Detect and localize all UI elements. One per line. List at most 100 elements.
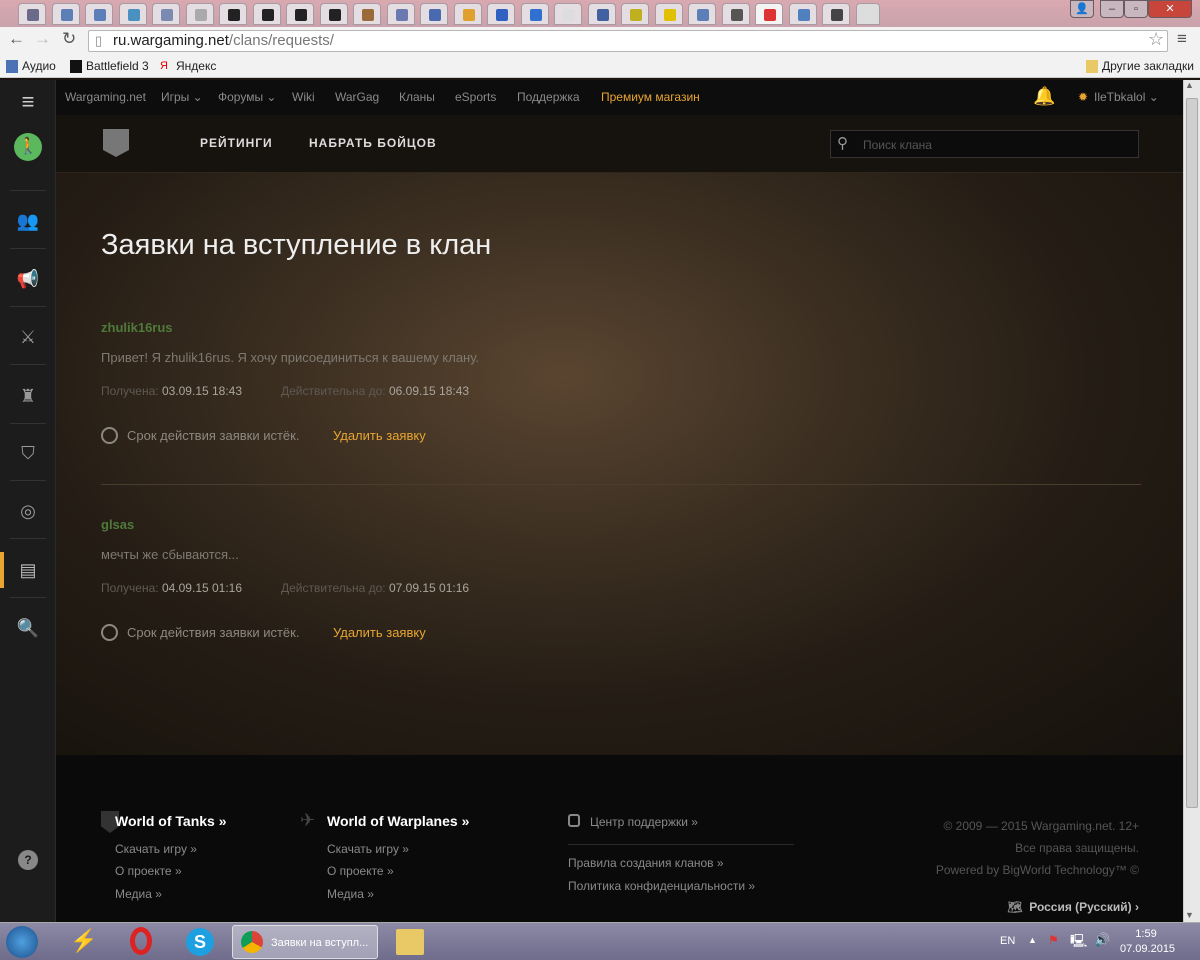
scrollbar[interactable]: ▲ ▼ <box>1183 80 1200 922</box>
nav-forums[interactable]: Форумы ⌄ <box>218 90 276 104</box>
browser-tab[interactable] <box>520 3 549 25</box>
wowp-link[interactable]: World of Warplanes » <box>327 813 469 829</box>
star-icon[interactable]: ☆ <box>1148 29 1164 50</box>
nav-premium-shop[interactable]: Премиум магазин <box>601 90 700 104</box>
nav-recruit[interactable]: НАБРАТЬ БОЙЦОВ <box>309 136 437 150</box>
winamp-icon[interactable]: ⚡ <box>70 928 97 954</box>
bookmark-battlefield[interactable]: Battlefield 3 <box>70 59 149 73</box>
tray-expand-icon[interactable]: ▲ <box>1028 935 1037 945</box>
minimize-button[interactable]: – <box>1100 0 1124 18</box>
browser-tab[interactable] <box>353 3 381 25</box>
nav-games[interactable]: Игры ⌄ <box>161 90 203 104</box>
browser-tab[interactable] <box>420 3 448 25</box>
support-center-link[interactable]: Центр поддержки » <box>590 815 698 829</box>
coins-icon[interactable]: ◎ <box>16 501 40 521</box>
reload-icon[interactable]: ↻ <box>62 29 76 49</box>
browser-tab[interactable] <box>118 3 147 25</box>
request-username[interactable]: zhulik16rus <box>101 320 173 335</box>
opera-icon[interactable] <box>130 927 152 955</box>
browser-tab[interactable] <box>621 3 649 25</box>
wowp-media-link[interactable]: Медиа » <box>327 887 374 901</box>
browser-tab[interactable] <box>185 3 214 25</box>
valid-until-date: Действительна до: 06.09.15 18:43 <box>281 384 469 398</box>
hamburger-icon[interactable]: ≡ <box>16 91 40 113</box>
browser-tab[interactable] <box>755 3 783 25</box>
delete-request-link[interactable]: Удалить заявку <box>333 625 426 640</box>
browser-tab[interactable] <box>51 3 80 25</box>
delete-request-link[interactable]: Удалить заявку <box>333 428 426 443</box>
region-selector[interactable]: 🗺 Россия (Русский) › <box>1007 900 1139 914</box>
menu-icon[interactable]: ≡ <box>1177 29 1187 49</box>
browser-tab[interactable] <box>286 3 314 25</box>
browser-tab[interactable] <box>319 3 348 25</box>
start-button[interactable] <box>6 926 38 958</box>
browser-tab[interactable] <box>554 3 582 25</box>
scroll-thumb[interactable] <box>1186 98 1198 808</box>
taskbar-chrome-window[interactable]: Заявки на вступл... <box>232 925 378 959</box>
browser-tab[interactable] <box>721 3 750 25</box>
fortress-icon[interactable]: ♜ <box>16 386 40 406</box>
user-menu[interactable]: IleTbkalol ⌄ <box>1094 90 1159 104</box>
forward-icon[interactable]: → <box>34 29 51 49</box>
volume-icon[interactable]: 🔊 <box>1094 932 1110 948</box>
wowp-download-link[interactable]: Скачать игру » <box>327 842 409 856</box>
browser-tab[interactable] <box>386 3 415 25</box>
browser-tab[interactable] <box>587 3 616 25</box>
nav-clans[interactable]: Кланы <box>399 90 435 104</box>
clan-search-input[interactable]: ⚲ Поиск клана <box>830 130 1139 158</box>
privacy-link[interactable]: Политика конфиденциальности » <box>568 879 755 893</box>
browser-tab[interactable] <box>688 3 716 25</box>
bookmark-audio[interactable]: Аудио <box>6 59 56 73</box>
wot-media-link[interactable]: Медиа » <box>115 887 162 901</box>
browser-tab[interactable] <box>822 3 850 25</box>
browser-tab[interactable] <box>252 3 281 25</box>
language-indicator[interactable]: EN <box>1000 935 1015 947</box>
browser-tab[interactable] <box>152 3 180 25</box>
nav-wiki[interactable]: Wiki <box>292 90 315 104</box>
members-icon[interactable]: 👥 <box>16 211 40 231</box>
network-icon[interactable]: 🖳 <box>1070 932 1087 954</box>
wot-link[interactable]: World of Tanks » <box>115 813 227 829</box>
wot-download-link[interactable]: Скачать игру » <box>115 842 197 856</box>
close-button[interactable]: ✕ <box>1148 0 1192 18</box>
back-icon[interactable]: ← <box>8 29 25 49</box>
bookmark-yandex[interactable]: Я Яндекс <box>160 59 216 73</box>
nav-ratings[interactable]: РЕЙТИНГИ <box>200 136 273 150</box>
browser-tab[interactable] <box>453 3 482 25</box>
wowp-about-link[interactable]: О проекте » <box>327 864 394 878</box>
browser-tab[interactable] <box>18 3 46 25</box>
megaphone-icon[interactable]: 📢 <box>16 269 40 289</box>
user-button[interactable]: 👤 <box>1070 0 1094 18</box>
search-members-icon[interactable]: 🔍 <box>16 618 40 638</box>
browser-tab[interactable] <box>487 3 515 25</box>
profile-avatar-icon[interactable]: 🚶 <box>14 133 42 161</box>
scroll-down-icon[interactable]: ▼ <box>1185 910 1194 920</box>
browser-tab[interactable] <box>654 3 683 25</box>
browser-tab[interactable] <box>85 3 113 25</box>
clans-logo-icon[interactable] <box>103 129 129 157</box>
explorer-icon[interactable] <box>396 929 424 955</box>
browser-tab[interactable] <box>219 3 247 25</box>
scroll-up-icon[interactable]: ▲ <box>1185 80 1194 90</box>
tab-favicon-icon <box>127 9 140 21</box>
url-input[interactable]: ▯ ru.wargaming.net/clans/requests/ <box>88 30 1168 52</box>
action-center-icon[interactable]: ⚑ <box>1048 933 1059 947</box>
bell-icon[interactable]: 🔔 <box>1033 86 1055 107</box>
request-username[interactable]: glsas <box>101 517 134 532</box>
nav-wargaming[interactable]: Wargaming.net <box>65 90 146 104</box>
requests-icon[interactable]: ▤ <box>16 560 40 580</box>
new-tab-button[interactable] <box>855 3 880 25</box>
maximize-button[interactable]: ▫ <box>1124 0 1148 18</box>
swords-icon[interactable]: ⚔ <box>16 327 40 347</box>
browser-tab[interactable] <box>788 3 817 25</box>
wot-about-link[interactable]: О проекте » <box>115 864 182 878</box>
clan-rules-link[interactable]: Правила создания кланов » <box>568 856 724 870</box>
clock[interactable]: 1:59 07.09.2015 <box>1120 927 1175 957</box>
other-bookmarks[interactable]: Другие закладки <box>1086 59 1194 73</box>
nav-esports[interactable]: eSports <box>455 90 496 104</box>
help-icon[interactable]: ? <box>18 850 38 870</box>
skype-icon[interactable]: S <box>186 928 214 956</box>
clan-shield-icon[interactable]: ⛉ <box>16 443 40 463</box>
nav-wargag[interactable]: WarGag <box>335 90 379 104</box>
nav-support[interactable]: Поддержка <box>517 90 580 104</box>
